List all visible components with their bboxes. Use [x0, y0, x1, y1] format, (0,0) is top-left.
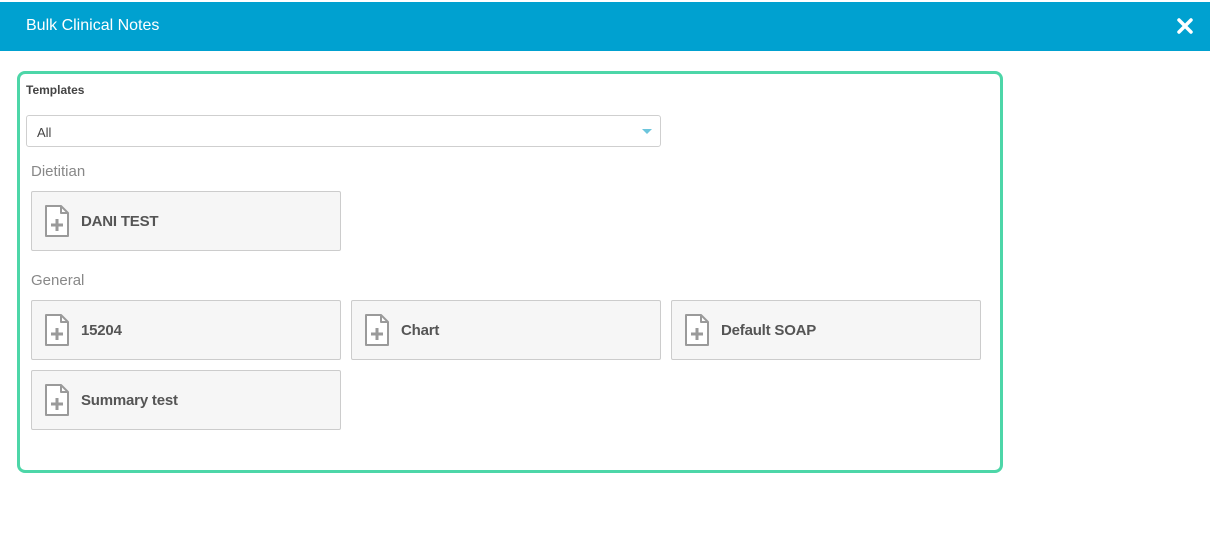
caret-down-icon	[642, 129, 652, 134]
template-card-label: DANI TEST	[81, 213, 159, 230]
template-card-label: Summary test	[81, 392, 178, 409]
close-icon	[1177, 18, 1193, 34]
note-add-icon	[45, 314, 69, 346]
note-add-icon	[365, 314, 389, 346]
note-add-icon	[45, 205, 69, 237]
template-card[interactable]: Summary test	[31, 370, 341, 430]
templates-filter-select[interactable]: All	[26, 115, 661, 147]
note-add-icon	[685, 314, 709, 346]
template-card-label: 15204	[81, 322, 122, 339]
template-card[interactable]: Default SOAP	[671, 300, 981, 360]
group-title-general: General	[31, 272, 85, 289]
template-card[interactable]: DANI TEST	[31, 191, 341, 251]
dialog-title: Bulk Clinical Notes	[26, 17, 160, 34]
templates-label: Templates	[26, 83, 85, 97]
note-add-icon	[45, 384, 69, 416]
dialog-header: Bulk Clinical Notes	[0, 2, 1210, 51]
template-card[interactable]: 15204	[31, 300, 341, 360]
group-title-dietitian: Dietitian	[31, 163, 86, 180]
templates-filter-value: All	[37, 125, 52, 140]
close-button[interactable]	[1173, 14, 1197, 38]
template-card-label: Chart	[401, 322, 440, 339]
template-card[interactable]: Chart	[351, 300, 661, 360]
template-card-label: Default SOAP	[721, 322, 817, 339]
